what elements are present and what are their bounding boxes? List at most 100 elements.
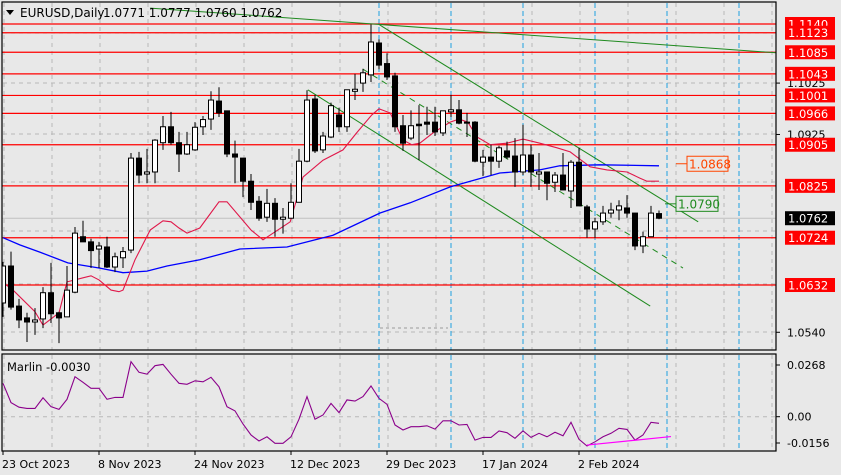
candle bbox=[592, 217, 598, 238]
bull-candle-body bbox=[296, 160, 302, 203]
level-label: 1.0632 bbox=[788, 279, 828, 293]
chart-header: EURUSD,Daily 1.0771 1.0777 1.0760 1.0762 bbox=[6, 6, 282, 20]
candle bbox=[144, 148, 150, 184]
candle bbox=[88, 238, 94, 269]
bull-candle-body bbox=[192, 126, 198, 151]
bear-candle-body bbox=[176, 142, 182, 155]
bull-candle-body bbox=[496, 147, 502, 162]
date-label: 12 Dec 2023 bbox=[290, 458, 360, 471]
candle bbox=[248, 174, 254, 210]
date-label: 17 Jan 2024 bbox=[482, 458, 548, 471]
bear-candle-body bbox=[384, 63, 390, 78]
bull-candle-body bbox=[344, 89, 350, 128]
bear-candle-body bbox=[472, 121, 478, 162]
bear-candle-body bbox=[424, 121, 430, 125]
bear-candle-body bbox=[88, 241, 94, 252]
bull-candle-body bbox=[440, 110, 446, 134]
candle bbox=[576, 147, 582, 207]
candle bbox=[440, 110, 446, 137]
bear-candle-body bbox=[504, 150, 510, 158]
candle bbox=[584, 204, 590, 238]
bull-candle-body bbox=[304, 99, 310, 162]
bear-candle-body bbox=[272, 202, 278, 220]
bull-candle-body bbox=[328, 105, 334, 138]
bull-candle-body bbox=[72, 232, 78, 293]
symbol-title: EURUSD,Daily bbox=[20, 6, 105, 20]
date-label: 24 Nov 2023 bbox=[194, 458, 264, 471]
bear-candle-body bbox=[488, 156, 494, 162]
ohlc-readout: 1.0771 1.0777 1.0760 1.0762 bbox=[103, 6, 282, 20]
candle bbox=[112, 252, 118, 273]
candle bbox=[600, 205, 606, 225]
price-label-1-0790[interactable]: 1.0790 bbox=[665, 195, 720, 212]
bull-candle-body bbox=[640, 236, 646, 247]
bull-candle-body bbox=[2, 265, 6, 304]
candle bbox=[8, 251, 14, 310]
candle bbox=[192, 122, 198, 151]
price-label-1-0868[interactable]: 1.0868 bbox=[676, 155, 731, 172]
bull-candle-body bbox=[448, 109, 454, 113]
candle bbox=[256, 196, 262, 221]
candle bbox=[152, 139, 158, 184]
price-pane[interactable] bbox=[1, 7, 791, 344]
price-label-text: 1.0868 bbox=[689, 157, 731, 171]
candle bbox=[264, 188, 270, 222]
bear-candle-body bbox=[528, 154, 534, 173]
candle bbox=[184, 131, 190, 156]
bear-candle-body bbox=[376, 42, 382, 66]
triangle-down-icon[interactable] bbox=[6, 10, 14, 15]
trading-chart[interactable]: 1.08681.07901.10251.09251.05401.11401.11… bbox=[0, 0, 841, 475]
candle bbox=[648, 205, 654, 238]
bear-candle-body bbox=[312, 98, 318, 152]
candle bbox=[48, 262, 54, 324]
candle bbox=[400, 114, 406, 151]
level-label: 1.1085 bbox=[788, 46, 828, 60]
candle bbox=[56, 311, 62, 344]
bull-candle-body bbox=[480, 156, 486, 163]
bear-candle-body bbox=[560, 174, 566, 191]
bull-candle-body bbox=[160, 126, 166, 144]
candle bbox=[520, 124, 526, 176]
candle bbox=[424, 106, 430, 135]
bull-candle-body bbox=[32, 319, 38, 323]
bear-candle-body bbox=[232, 153, 238, 158]
bull-candle-body bbox=[280, 216, 286, 220]
candle bbox=[240, 157, 246, 198]
bear-candle-body bbox=[224, 110, 230, 155]
candle bbox=[480, 149, 486, 177]
trendline[interactable] bbox=[307, 89, 651, 307]
price-tick-label: 1.0540 bbox=[787, 326, 826, 339]
bull-candle-body bbox=[368, 41, 374, 76]
level-label: 1.0825 bbox=[788, 179, 828, 193]
bull-candle-body bbox=[520, 154, 526, 173]
marlin-trendline[interactable] bbox=[586, 435, 672, 446]
bull-candle-body bbox=[144, 171, 150, 175]
candle bbox=[2, 261, 6, 317]
current-price-label: 1.0762 bbox=[788, 212, 828, 226]
candle bbox=[120, 246, 126, 269]
price-label-text: 1.0790 bbox=[678, 197, 720, 211]
bull-candle-body bbox=[152, 139, 158, 173]
candle bbox=[432, 106, 438, 137]
level-label: 1.1001 bbox=[788, 89, 828, 103]
candle bbox=[16, 298, 22, 329]
bull-candle-body bbox=[288, 201, 294, 219]
bull-candle-body bbox=[360, 72, 366, 84]
bear-candle-body bbox=[24, 317, 30, 323]
bull-candle-body bbox=[600, 212, 606, 223]
bull-candle-body bbox=[40, 292, 46, 320]
candle bbox=[232, 140, 238, 184]
candle bbox=[512, 138, 518, 187]
candle bbox=[624, 195, 630, 218]
bear-candle-body bbox=[656, 213, 662, 219]
bear-candle-body bbox=[512, 155, 518, 173]
bear-candle-body bbox=[464, 121, 470, 124]
candle bbox=[328, 102, 334, 139]
marlin-pane[interactable] bbox=[2, 360, 672, 447]
candle bbox=[528, 144, 534, 187]
date-label: 8 Nov 2023 bbox=[98, 458, 161, 471]
candle bbox=[456, 100, 462, 125]
candle bbox=[104, 236, 110, 269]
bull-candle-body bbox=[552, 174, 558, 183]
candle bbox=[224, 110, 230, 158]
